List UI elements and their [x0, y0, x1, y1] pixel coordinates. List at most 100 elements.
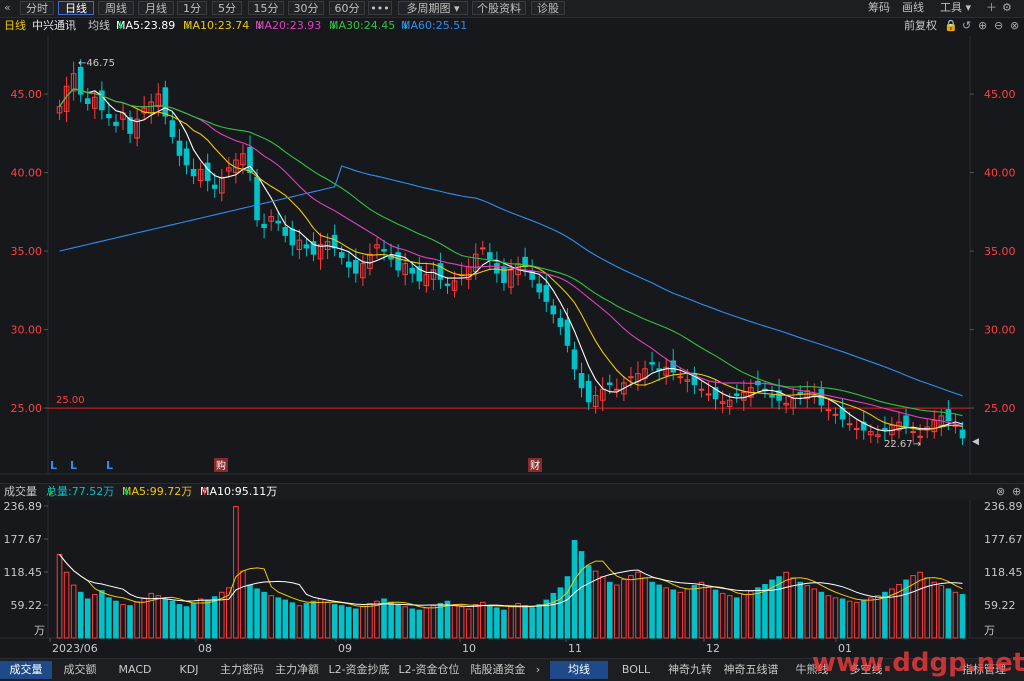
volume-bar[interactable]: [169, 600, 176, 639]
candle-body[interactable]: [677, 376, 684, 379]
volume-bar[interactable]: [190, 602, 197, 639]
volume-bar[interactable]: [317, 598, 324, 639]
volume-bar[interactable]: [726, 595, 733, 639]
volume-bar[interactable]: [155, 595, 162, 639]
volume-bar[interactable]: [303, 602, 310, 639]
candle-body[interactable]: [628, 376, 634, 379]
candle-body[interactable]: [190, 168, 197, 177]
volume-bar[interactable]: [84, 598, 91, 639]
volume-bar[interactable]: [931, 581, 938, 639]
candle-body[interactable]: [487, 252, 493, 260]
volume-bar[interactable]: [353, 608, 359, 639]
candle-body[interactable]: [543, 285, 550, 302]
kline-chart[interactable]: 45.00 45.00 40.00 40.00 35.00 35.00 30.00 30.00…: [0, 0, 1024, 680]
overlay-tab-3[interactable]: 神奇五线谱: [718, 661, 784, 679]
candle-body[interactable]: [289, 228, 296, 246]
indicator-tab-8[interactable]: 陆股通资金: [466, 661, 530, 679]
volume-bar[interactable]: [719, 592, 726, 639]
add-icon[interactable]: ⊕: [1012, 484, 1021, 500]
volume-bar[interactable]: [882, 591, 888, 639]
indicator-tab-3[interactable]: KDJ: [164, 661, 214, 679]
overlay-tab-2[interactable]: 神奇九转: [664, 661, 716, 679]
volume-bar[interactable]: [120, 604, 126, 639]
volume-bar[interactable]: [733, 597, 740, 639]
volume-bar[interactable]: [670, 589, 677, 639]
volume-bar[interactable]: [487, 605, 493, 639]
volume-bar[interactable]: [296, 605, 303, 639]
candle-body[interactable]: [536, 283, 543, 293]
candle-body[interactable]: [578, 373, 585, 389]
candle-body[interactable]: [945, 409, 952, 422]
volume-bar[interactable]: [846, 600, 853, 639]
volume-bar[interactable]: [310, 600, 317, 639]
candle-body[interactable]: [769, 395, 775, 398]
volume-bar[interactable]: [578, 551, 585, 639]
candle-body[interactable]: [261, 223, 267, 229]
volume-bar[interactable]: [113, 600, 119, 639]
volume-bar[interactable]: [416, 609, 423, 639]
volume-bar[interactable]: [691, 585, 698, 639]
volume-bar[interactable]: [289, 602, 296, 639]
candle-body[interactable]: [106, 113, 112, 119]
candle-body[interactable]: [282, 227, 289, 236]
candle-body[interactable]: [444, 283, 451, 287]
candle-body[interactable]: [733, 393, 740, 397]
candle-body[interactable]: [275, 220, 282, 224]
volume-bar[interactable]: [557, 587, 564, 639]
volume-bar[interactable]: [649, 581, 655, 639]
volume-bar[interactable]: [423, 607, 430, 639]
candle-body[interactable]: [853, 427, 860, 430]
volume-bar[interactable]: [70, 584, 77, 639]
candle-body[interactable]: [494, 263, 500, 274]
volume-bar[interactable]: [628, 575, 634, 639]
volume-bar[interactable]: [197, 598, 204, 639]
indicator-tab-1[interactable]: 成交额: [54, 661, 106, 679]
volume-bar[interactable]: [465, 608, 472, 639]
candle-body[interactable]: [832, 413, 839, 416]
volume-bar[interactable]: [275, 597, 282, 639]
volume-bar[interactable]: [338, 605, 345, 639]
volume-bar[interactable]: [938, 585, 945, 639]
candle-body[interactable]: [169, 120, 176, 137]
candle-body[interactable]: [409, 267, 416, 274]
volume-bar[interactable]: [106, 597, 112, 639]
volume-bar[interactable]: [92, 594, 98, 639]
volume-bar[interactable]: [402, 606, 408, 639]
indicator-tab-7[interactable]: L2-资金仓位: [394, 661, 464, 679]
volume-bar[interactable]: [56, 553, 63, 639]
candle-body[interactable]: [550, 305, 557, 315]
volume-bar[interactable]: [917, 571, 923, 639]
volume-bar[interactable]: [472, 604, 479, 639]
volume-bar[interactable]: [755, 587, 761, 639]
volume-bar[interactable]: [663, 587, 669, 639]
candle-body[interactable]: [649, 362, 655, 365]
indicator-tab-0[interactable]: 成交量: [0, 661, 52, 679]
candle-body[interactable]: [331, 234, 338, 249]
volume-bar[interactable]: [606, 581, 613, 639]
candle-body[interactable]: [99, 90, 105, 111]
volume-bar[interactable]: [261, 591, 267, 639]
volume-bar[interactable]: [867, 597, 874, 639]
volume-bar[interactable]: [247, 584, 253, 639]
candle-body[interactable]: [303, 244, 310, 249]
volume-bar[interactable]: [684, 588, 691, 639]
candle-body[interactable]: [959, 429, 966, 439]
volume-bar[interactable]: [853, 601, 860, 639]
volume-bar[interactable]: [952, 591, 959, 639]
candle-body[interactable]: [614, 388, 620, 391]
candle-body[interactable]: [571, 349, 578, 370]
candle-body[interactable]: [698, 388, 705, 391]
volume-bar[interactable]: [494, 607, 500, 639]
candle-body[interactable]: [176, 140, 183, 156]
indicator-tab-5[interactable]: 主力净额: [270, 661, 324, 679]
overlay-tab-1[interactable]: BOLL: [612, 661, 660, 679]
candle-body[interactable]: [882, 427, 888, 431]
volume-bar[interactable]: [804, 585, 811, 639]
candle-body[interactable]: [825, 409, 832, 412]
volume-bar[interactable]: [712, 589, 719, 639]
volume-bar[interactable]: [889, 588, 895, 639]
volume-bar[interactable]: [99, 590, 105, 639]
volume-bar[interactable]: [430, 605, 437, 639]
volume-bar[interactable]: [614, 584, 620, 639]
volume-bar[interactable]: [437, 602, 444, 639]
